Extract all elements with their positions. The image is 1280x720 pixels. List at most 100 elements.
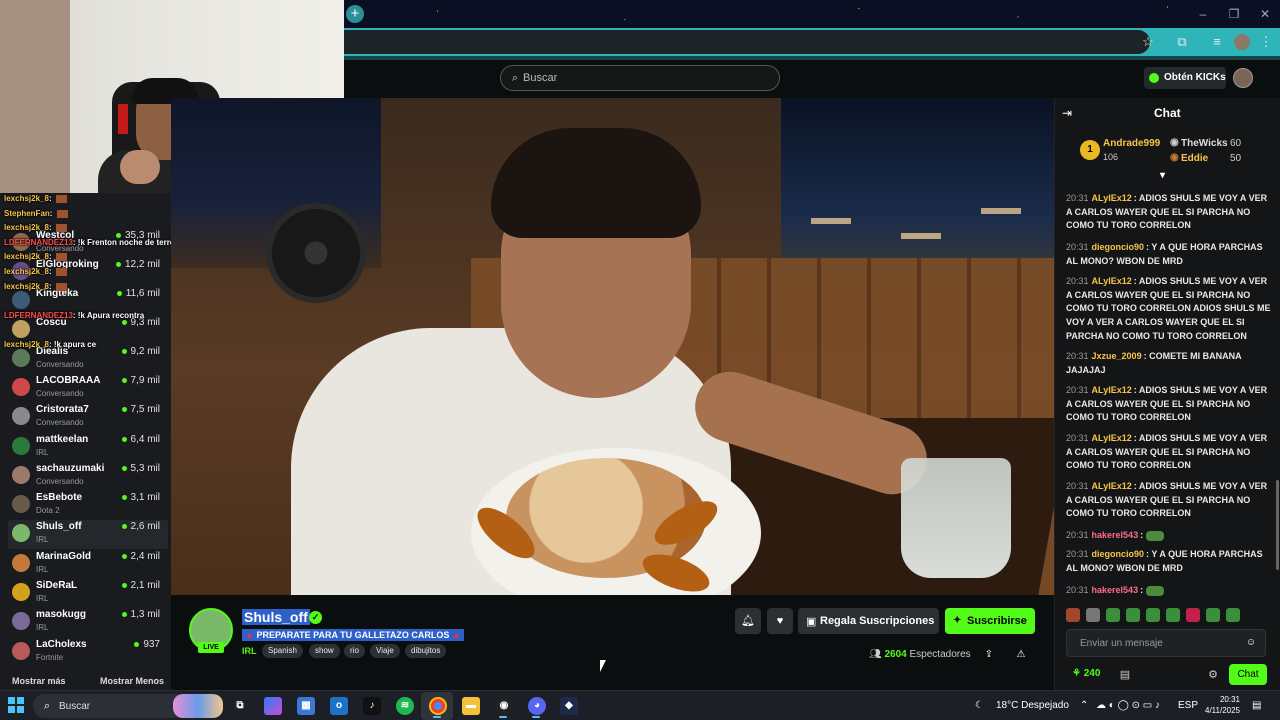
emote-icon[interactable] bbox=[1106, 608, 1120, 622]
tag-show[interactable]: show bbox=[309, 644, 340, 658]
outlook-icon[interactable]: o bbox=[330, 697, 348, 715]
tag-dibujitos[interactable]: dibujitos bbox=[405, 644, 447, 658]
category-link[interactable]: IRL bbox=[242, 646, 257, 656]
chat-username[interactable]: ALyIEx12 bbox=[1092, 385, 1132, 395]
follow-heart-icon[interactable]: ♥ bbox=[767, 608, 793, 634]
chat-username[interactable]: ALyIEx12 bbox=[1092, 193, 1132, 203]
sidebar-channel[interactable]: sachauzumaki Conversando 5,3 mil bbox=[8, 462, 168, 491]
close-button[interactable]: ✕ bbox=[1250, 0, 1280, 28]
tag-spanish[interactable]: Spanish bbox=[262, 644, 303, 658]
tray-app-icons[interactable]: ☁ ◐ ◯ ⊙ ▭ ♪ bbox=[1096, 700, 1160, 711]
chat-settings-gear-icon[interactable]: ⚙ bbox=[1206, 668, 1220, 682]
share-icon[interactable]: ⇪ bbox=[982, 648, 996, 662]
video-player[interactable] bbox=[171, 98, 1054, 595]
weather-text[interactable]: 18°C Despejado bbox=[996, 700, 1069, 711]
gift-subs-button[interactable]: Regala Suscripciones bbox=[798, 608, 939, 634]
chat-message[interactable]: 20:31 ALyIEx12: ADIOS SHULS ME VOY A VER … bbox=[1066, 432, 1272, 473]
pin-icon[interactable]: ▾ bbox=[1160, 170, 1165, 181]
sidebar-channel[interactable]: masokugg IRL 1,3 mil bbox=[8, 608, 168, 637]
tag-viaje[interactable]: Viaje bbox=[370, 644, 400, 658]
chat-message[interactable]: 20:31 ALyIEx12: ADIOS SHULS ME VOY A VER … bbox=[1066, 384, 1272, 425]
emote-icon[interactable] bbox=[1166, 608, 1180, 622]
sidebar-channel[interactable]: EsBebote Dota 2 3,1 mil bbox=[8, 491, 168, 520]
sidebar-channel[interactable]: Diealis Conversando 9,2 mil bbox=[8, 345, 168, 374]
emote-icon[interactable] bbox=[1226, 608, 1240, 622]
chrome-icon[interactable] bbox=[429, 697, 447, 715]
language-indicator[interactable]: ESP bbox=[1178, 700, 1198, 711]
tray-overflow-icon[interactable]: ⌃ bbox=[1080, 700, 1088, 711]
task-view-icon[interactable]: ⧉ bbox=[231, 697, 249, 715]
show-less-link[interactable]: Mostrar Menos bbox=[100, 676, 164, 686]
tag-rio[interactable]: rio bbox=[344, 644, 365, 658]
channel-points[interactable]: ⚘ 240 bbox=[1072, 668, 1100, 679]
streamer-name[interactable]: Shuls_off bbox=[242, 609, 310, 625]
emote-icon[interactable] bbox=[1186, 608, 1200, 622]
show-more-link[interactable]: Mostrar más bbox=[12, 676, 66, 686]
weather-icon[interactable]: ☾ bbox=[975, 700, 984, 711]
spotify-icon[interactable]: ≋ bbox=[396, 697, 414, 715]
minimize-button[interactable]: – bbox=[1188, 0, 1218, 28]
chat-message[interactable]: 20:31 hakerel543: bbox=[1066, 529, 1272, 543]
emote-icon[interactable] bbox=[1146, 608, 1160, 622]
chat-username[interactable]: hakerel543 bbox=[1092, 585, 1139, 595]
tiktok-icon[interactable]: ♪ bbox=[363, 697, 381, 715]
url-field[interactable] bbox=[344, 30, 1150, 54]
chat-username[interactable]: Jxzue_2009 bbox=[1092, 351, 1142, 361]
chat-message[interactable]: 20:31 ALyIEx12: ADIOS SHULS ME VOY A VER … bbox=[1066, 480, 1272, 521]
emote-icon[interactable] bbox=[1066, 608, 1080, 622]
bookmark-star-icon[interactable]: ☆ bbox=[1140, 34, 1156, 50]
chat-username[interactable]: diegoncio90 bbox=[1092, 549, 1145, 559]
sidebar-channel[interactable]: LACOBRAAA Conversando 7,9 mil bbox=[8, 374, 168, 403]
notifications-icon[interactable]: ▤ bbox=[1252, 700, 1261, 711]
collapse-chat-icon[interactable]: ⇥ bbox=[1060, 106, 1074, 120]
profile-avatar[interactable] bbox=[1234, 34, 1250, 50]
sidebar-channel[interactable]: LaCholexs Fortnite 937 bbox=[8, 638, 168, 667]
chat-message[interactable]: 20:31 ALyIEx12: ADIOS SHULS ME VOY A VER … bbox=[1066, 192, 1272, 233]
emote-icon[interactable] bbox=[1086, 608, 1100, 622]
chat-timestamp: 20:31 bbox=[1066, 385, 1089, 395]
store-icon[interactable]: ▦ bbox=[297, 697, 315, 715]
obs-icon[interactable]: ◉ bbox=[495, 697, 513, 715]
clock[interactable]: 20:31 4/11/2025 bbox=[1196, 694, 1240, 716]
sidebar-channel[interactable]: mattkeelan IRL 6,4 mil bbox=[8, 433, 168, 462]
chat-message[interactable]: 20:31 hakerel543: bbox=[1066, 584, 1272, 598]
chat-username[interactable]: ALyIEx12 bbox=[1092, 433, 1132, 443]
extensions-icon[interactable]: ⧉ bbox=[1174, 34, 1190, 50]
report-icon[interactable]: ⚠ bbox=[1014, 648, 1028, 662]
sidebar-channel[interactable]: MarinaGold IRL 2,4 mil bbox=[8, 550, 168, 579]
leaderboard-second-name[interactable]: TheWicks bbox=[1181, 138, 1228, 149]
maximize-button[interactable]: ❐ bbox=[1219, 0, 1249, 28]
chat-send-button[interactable]: Chat bbox=[1229, 664, 1267, 685]
sidebar-channel[interactable]: Shuls_off IRL 2,6 mil bbox=[8, 520, 168, 549]
chat-username[interactable]: ALyIEx12 bbox=[1092, 481, 1132, 491]
app-icon[interactable]: ◆ bbox=[560, 697, 578, 715]
chat-username[interactable]: ALyIEx12 bbox=[1092, 276, 1132, 286]
chat-username[interactable]: hakerel543 bbox=[1092, 530, 1139, 540]
chat-message[interactable]: 20:31 Jxzue_2009: COMETE MI BANANA JAJAJA… bbox=[1066, 350, 1272, 377]
leaderboard-third-name[interactable]: Eddie bbox=[1181, 153, 1208, 164]
sidebar-channel[interactable]: SiDeRaL IRL 2,1 mil bbox=[8, 579, 168, 608]
discord-icon[interactable]: ◕ bbox=[528, 697, 546, 715]
user-avatar[interactable] bbox=[1233, 68, 1253, 88]
chat-message[interactable]: 20:31 ALyIEx12: ADIOS SHULS ME VOY A VER … bbox=[1066, 275, 1272, 344]
windows-start-icon[interactable] bbox=[8, 697, 24, 713]
gift-box-icon[interactable]: ▤ bbox=[1118, 668, 1132, 682]
overlay-chat-sep: : bbox=[48, 282, 54, 291]
emote-icon[interactable] bbox=[1206, 608, 1220, 622]
sidebar-channel[interactable]: Cristorata7 Conversando 7,5 mil bbox=[8, 403, 168, 432]
browser-menu-icon[interactable]: ⋮ bbox=[1258, 34, 1274, 50]
emoji-picker-icon[interactable]: ☺ bbox=[1245, 637, 1257, 649]
search-highlight-image[interactable] bbox=[173, 694, 223, 718]
media-icon[interactable]: ≡ bbox=[1209, 34, 1225, 50]
new-tab-button[interactable]: + bbox=[346, 5, 364, 23]
file-explorer-icon[interactable]: ▬ bbox=[462, 697, 480, 715]
chat-scrollbar[interactable] bbox=[1276, 480, 1279, 570]
emote-icon[interactable] bbox=[1126, 608, 1140, 622]
chat-message[interactable]: 20:31 diegoncio90: Y A QUE HORA PARCHAS A… bbox=[1066, 548, 1272, 575]
chat-message[interactable]: 20:31 diegoncio90: Y A QUE HORA PARCHAS A… bbox=[1066, 241, 1272, 268]
copilot-icon[interactable] bbox=[264, 697, 282, 715]
leaderboard-first-name[interactable]: Andrade999 bbox=[1103, 138, 1160, 149]
chat-username[interactable]: diegoncio90 bbox=[1092, 242, 1145, 252]
notifications-bell-icon[interactable]: 🔔︎ bbox=[735, 608, 761, 634]
video-fan bbox=[266, 203, 366, 303]
